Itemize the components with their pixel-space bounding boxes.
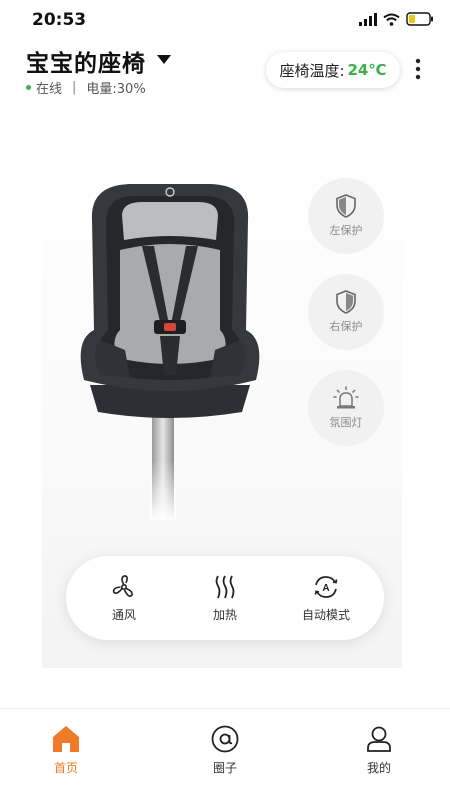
device-title[interactable]: 宝宝的座椅 [26, 44, 146, 78]
online-status: 在线 [36, 82, 63, 97]
status-separator: | [72, 80, 77, 95]
ventilation-label: 通风 [111, 607, 136, 622]
bottom-tab-bar: 首页 圈子 我的 [0, 708, 450, 801]
right-protection-label: 右保护 [329, 320, 363, 333]
battery-level: 电量:30% [86, 82, 146, 97]
signal-icon [359, 12, 377, 26]
svg-text:A: A [322, 583, 329, 594]
status-icons [359, 12, 434, 26]
tab-mine[interactable]: 我的 [329, 709, 429, 801]
tab-home[interactable]: 首页 [16, 709, 116, 801]
ambient-light-button[interactable]: 氛围灯 [308, 370, 384, 446]
shield-right-icon [336, 290, 356, 314]
auto-mode-button[interactable]: A 自动模式 [281, 556, 371, 640]
shield-left-icon [336, 194, 356, 218]
seat-control-card: 通风 加热 A 自动模式 [66, 556, 384, 640]
auto-mode-icon: A [314, 575, 338, 598]
car-seat-image [80, 184, 260, 520]
more-vertical-icon[interactable] [414, 58, 422, 80]
heat-icon [215, 575, 235, 598]
profile-icon [367, 726, 391, 752]
temperature-value: 24℃ [347, 61, 387, 79]
tab-home-label: 首页 [53, 761, 78, 775]
left-protection-label: 左保护 [329, 224, 363, 237]
online-dot [26, 85, 31, 90]
status-bar: 20:53 [0, 0, 450, 40]
auto-mode-label: 自动模式 [301, 607, 350, 622]
right-protection-button[interactable]: 右保护 [308, 274, 384, 350]
fan-icon [112, 574, 133, 597]
home-icon [53, 726, 79, 752]
temperature-label: 座椅温度: [279, 61, 345, 80]
ventilation-button[interactable]: 通风 [79, 556, 169, 640]
heating-button[interactable]: 加热 [180, 556, 270, 640]
tab-circle-label: 圈子 [212, 761, 237, 775]
device-status: 在线 | 电量:30% [26, 78, 146, 97]
tab-mine-label: 我的 [366, 761, 391, 775]
left-protection-button[interactable]: 左保护 [308, 178, 384, 254]
heating-label: 加热 [212, 607, 237, 622]
ambient-light-icon [333, 386, 359, 409]
wifi-icon [383, 13, 400, 26]
ambient-light-label: 氛围灯 [329, 416, 363, 429]
battery-icon [406, 12, 433, 26]
tab-circle[interactable]: 圈子 [175, 709, 275, 801]
seat-temperature-pill: 座椅温度: 24℃ [266, 52, 400, 88]
status-time: 20:53 [32, 10, 87, 30]
caret-down-icon[interactable] [157, 55, 171, 65]
circle-at-icon [211, 725, 239, 753]
